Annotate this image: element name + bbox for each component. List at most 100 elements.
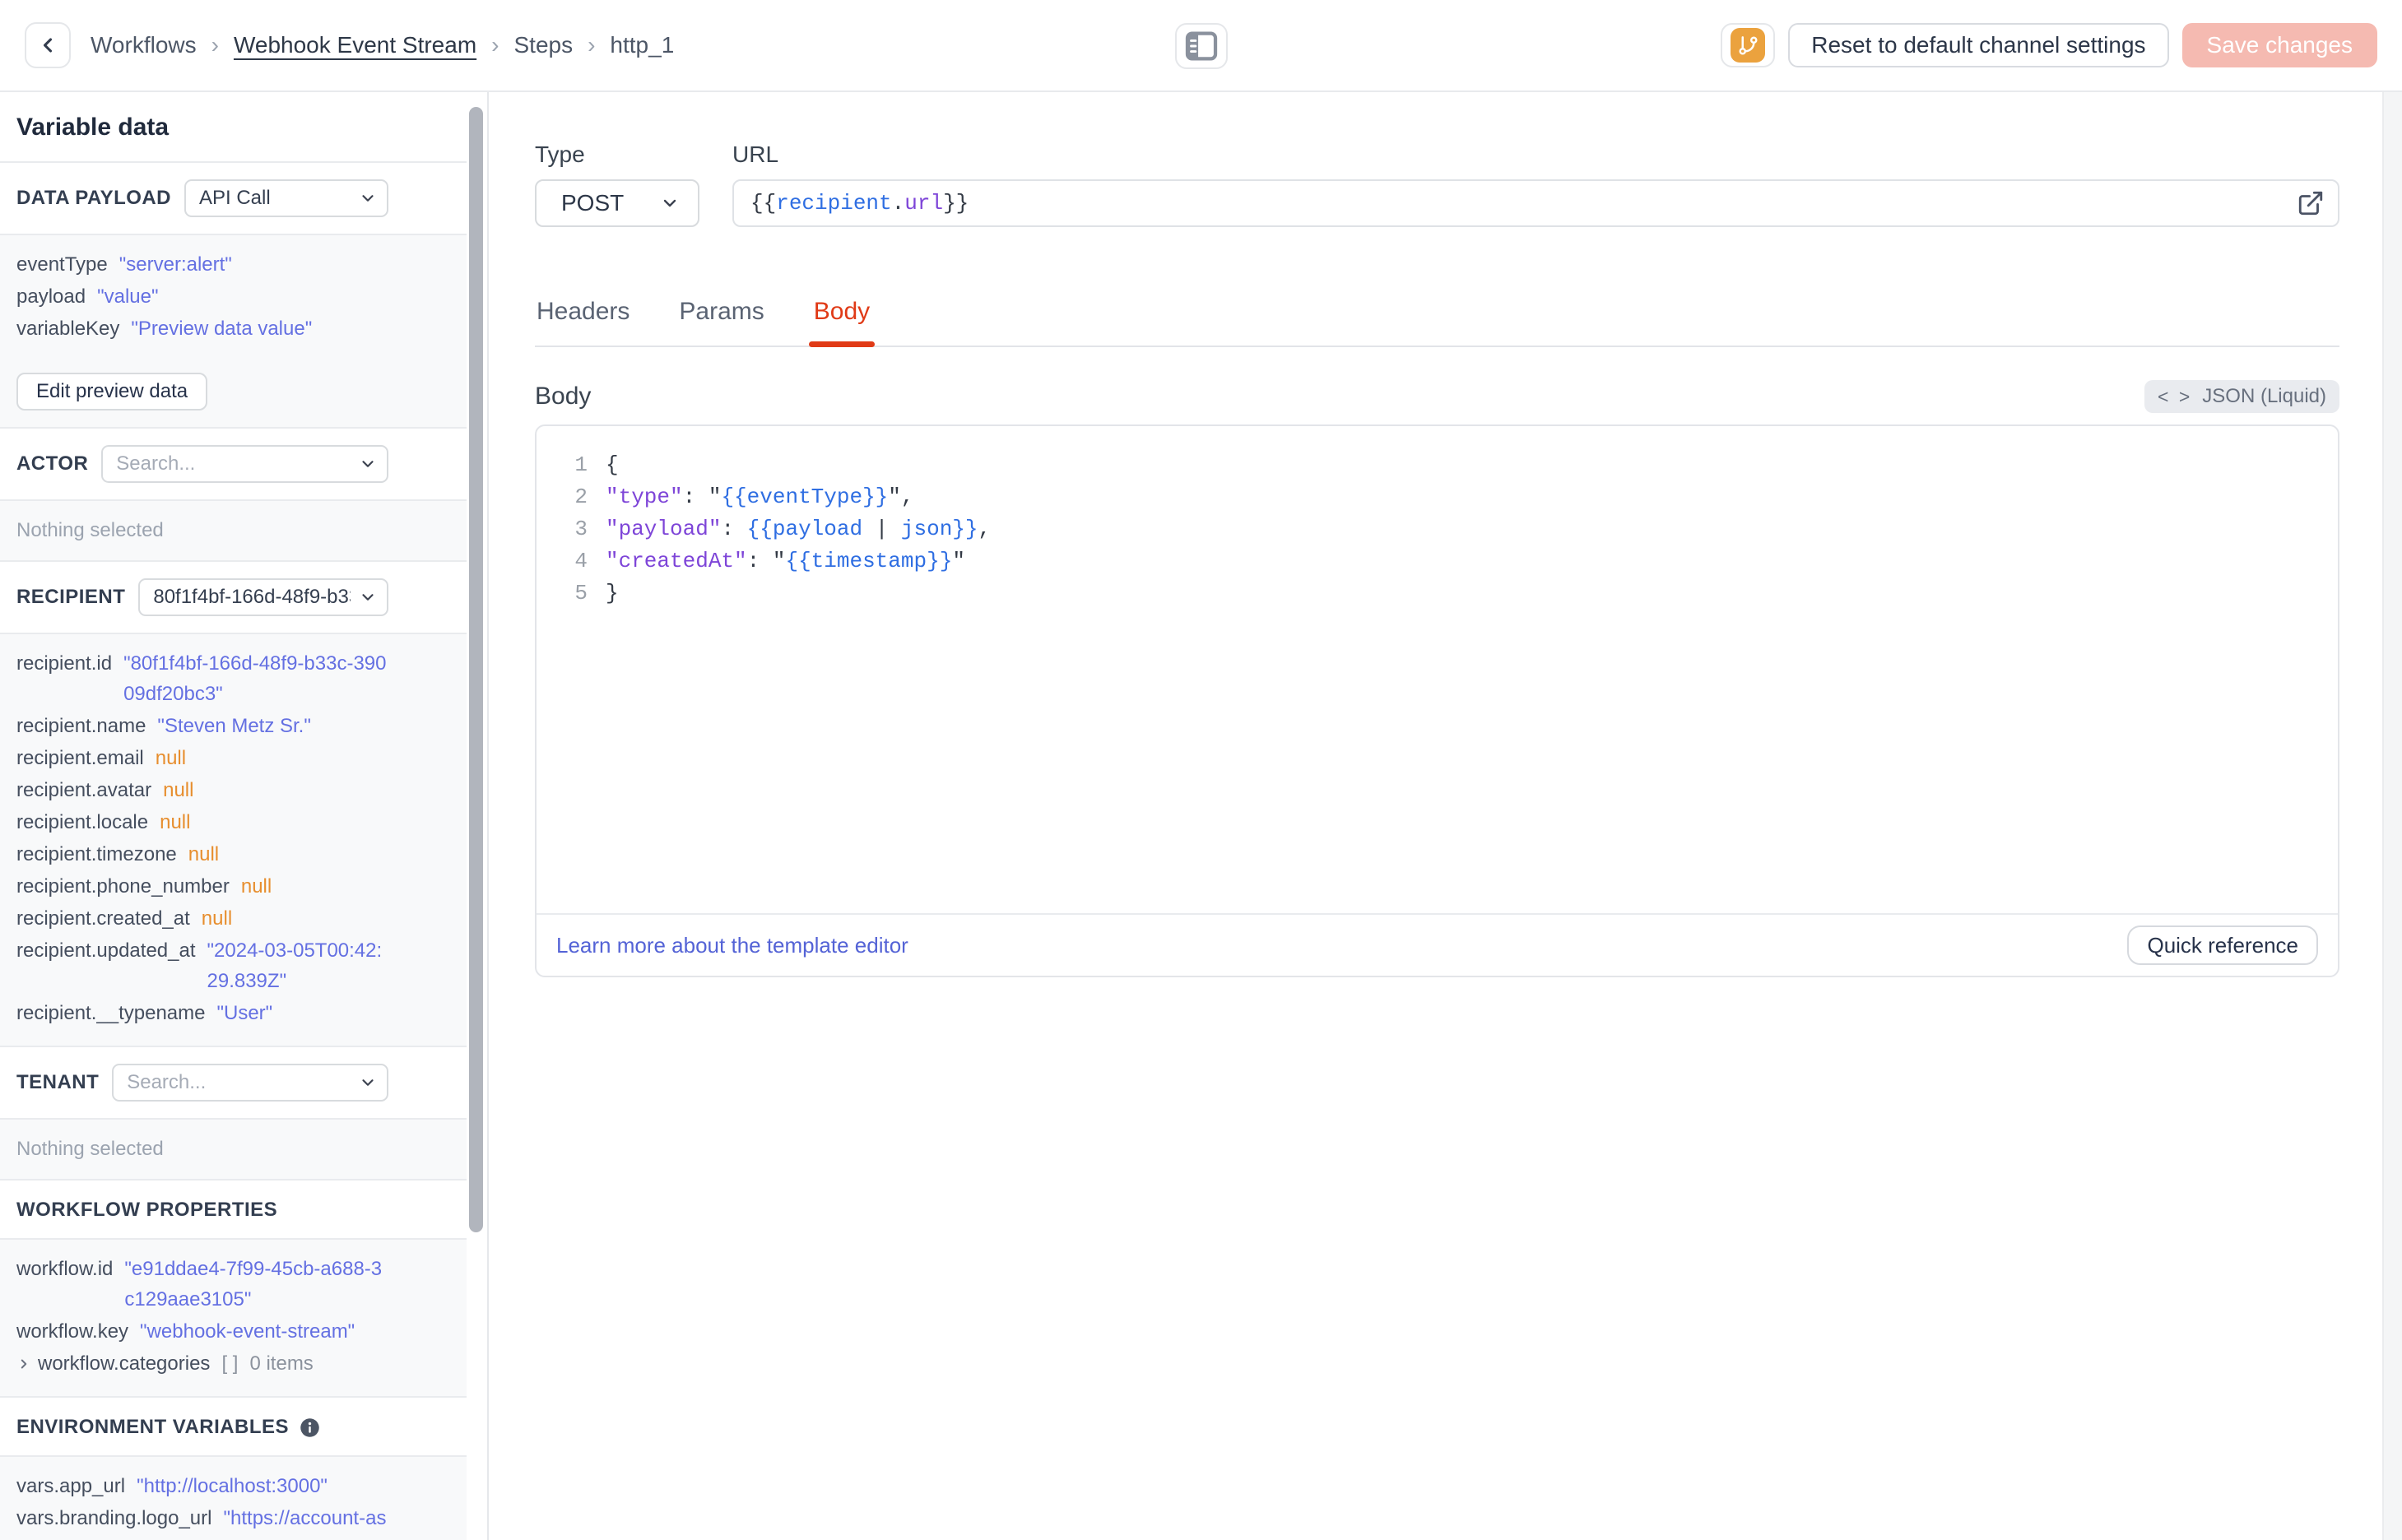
body-section-header: Body < > JSON (Liquid) <box>535 380 2339 413</box>
variable-key: vars.app_url <box>16 1475 126 1497</box>
commit-changes-badge <box>1731 28 1766 63</box>
code-line: 3 "payload": {{payload | json}}, <box>537 513 2338 545</box>
recipient-select[interactable]: 80f1f4bf-166d-48f9-b33c <box>138 578 388 616</box>
breadcrumb-separator: › <box>211 32 219 58</box>
language-badge: < > JSON (Liquid) <box>2144 380 2339 413</box>
chevron-down-icon <box>660 193 680 213</box>
code-brackets-icon: < > <box>2158 385 2193 407</box>
environment-variables-header: ENVIRONMENT VARIABLES <box>0 1398 467 1457</box>
chevron-down-icon <box>359 1074 377 1092</box>
variable-key: recipient.locale <box>16 811 149 833</box>
chevron-down-icon <box>359 189 377 207</box>
workflow-properties-header: WORKFLOW PROPERTIES <box>0 1181 467 1240</box>
tenant-section: TENANT Search... <box>0 1047 467 1120</box>
editor-footer: Learn more about the template editor Qui… <box>537 913 2338 976</box>
external-link-icon[interactable] <box>2297 189 2325 217</box>
breadcrumb-workflows[interactable]: Workflows <box>91 32 197 58</box>
data-payload-select[interactable]: API Call <box>184 179 388 217</box>
workflow-categories-row[interactable]: workflow.categories [ ] 0 items <box>16 1348 388 1380</box>
url-value: {{recipient.url}} <box>750 191 969 216</box>
version-control-button[interactable] <box>1721 23 1776 67</box>
info-icon[interactable] <box>299 1417 321 1439</box>
variable-value: "User" <box>216 1002 273 1024</box>
variable-value: "80f1f4bf-166d-48f9-b33c-39009df20bc3" <box>123 652 387 705</box>
variable-value: "http://localhost:3000" <box>137 1475 328 1497</box>
tab[interactable]: Body <box>808 298 876 347</box>
data-payload-section: DATA PAYLOAD API Call <box>0 163 467 235</box>
variable-row: recipient.name "Steven Metz Sr." <box>16 710 388 742</box>
variable-key: eventType <box>16 253 108 276</box>
breadcrumb-steps[interactable]: Steps <box>513 32 573 58</box>
categories-brackets: [ ] <box>221 1352 239 1375</box>
tenant-empty-section: Nothing selected <box>0 1120 467 1181</box>
variable-row: recipient.timezone null <box>16 838 388 870</box>
workflow-fields-section: workflow.id "e91ddae4-7f99-45cb-a688-3c1… <box>0 1240 467 1398</box>
variable-key: recipient.email <box>16 747 144 769</box>
breadcrumb-workflow-name[interactable]: Webhook Event Stream <box>234 32 476 58</box>
chevron-right-icon <box>16 1357 31 1371</box>
main-scrollbar-track[interactable] <box>2382 92 2402 1540</box>
http-method-select[interactable]: POST <box>535 179 699 227</box>
back-button[interactable] <box>25 22 71 68</box>
quick-reference-button[interactable]: Quick reference <box>2127 925 2318 965</box>
variable-value: "server:alert" <box>118 253 232 276</box>
chevron-down-icon <box>359 588 377 606</box>
edit-preview-data-button[interactable]: Edit preview data <box>16 373 208 411</box>
payload-preview-section: eventType "server:alert" payload "value"… <box>0 235 467 363</box>
code-text: { <box>606 452 619 477</box>
variable-value: null <box>240 875 272 898</box>
tab[interactable]: Params <box>677 298 765 346</box>
reset-default-settings-button[interactable]: Reset to default channel settings <box>1788 23 2169 67</box>
tenant-label: TENANT <box>16 1071 100 1093</box>
code-line: 4 "createdAt": "{{timestamp}}" <box>537 545 2338 578</box>
variable-row: variableKey "Preview data value" <box>16 313 388 345</box>
recipient-label: RECIPIENT <box>16 586 126 608</box>
variable-key: recipient.name <box>16 715 146 737</box>
git-branch-icon <box>1739 35 1758 55</box>
variable-key: workflow.id <box>16 1258 114 1280</box>
sidebar-scrollbar-thumb[interactable] <box>469 107 483 1232</box>
template-editor-docs-link[interactable]: Learn more about the template editor <box>556 933 908 958</box>
variable-data-sidebar: Variable data DATA PAYLOAD API Call even… <box>0 92 489 1540</box>
variable-row: recipient.phone_number null <box>16 870 388 902</box>
variable-row: recipient.__typename "User" <box>16 997 388 1029</box>
variable-value: "2024-03-05T00:42:29.839Z" <box>207 939 383 992</box>
request-tabs: Headers Params Body <box>535 298 2339 347</box>
chevron-left-icon <box>43 38 53 53</box>
url-label: URL <box>732 141 779 167</box>
actor-search-select[interactable]: Search... <box>101 445 388 483</box>
payload-preview-actions: Edit preview data <box>0 361 467 429</box>
variable-value: "Steven Metz Sr." <box>157 715 311 737</box>
recipient-section: RECIPIENT 80f1f4bf-166d-48f9-b33c <box>0 562 467 634</box>
sidebar-toggle-button[interactable] <box>1175 23 1228 69</box>
variable-key: workflow.key <box>16 1320 129 1343</box>
variable-row: workflow.key "webhook-event-stream" <box>16 1315 388 1348</box>
variable-row: recipient.id "80f1f4bf-166d-48f9-b33c-39… <box>16 647 388 710</box>
tab[interactable]: Headers <box>535 298 631 346</box>
variable-value: "value" <box>97 285 159 308</box>
variable-value: null <box>201 907 233 930</box>
save-changes-button[interactable]: Save changes <box>2181 23 2377 67</box>
sidebar-title-section: Variable data <box>0 92 467 163</box>
variable-row: workflow.id "e91ddae4-7f99-45cb-a688-3c1… <box>16 1253 388 1315</box>
variable-value: "https://account-assets.knock.app/42d161… <box>223 1507 387 1540</box>
request-editor-panel: Type POST URL {{recipient.url}} Headers … <box>489 92 2402 1540</box>
url-input[interactable]: {{recipient.url}} <box>732 179 2339 227</box>
variable-key: recipient.updated_at <box>16 939 196 962</box>
variable-value: null <box>163 779 194 801</box>
line-number: 4 <box>574 549 588 573</box>
categories-count: 0 items <box>249 1352 314 1375</box>
variable-value: "webhook-event-stream" <box>140 1320 355 1343</box>
breadcrumb: Workflows › Webhook Event Stream › Steps… <box>91 32 674 58</box>
variable-key: recipient.id <box>16 652 113 675</box>
variable-row: vars.app_url "http://localhost:3000" <box>16 1470 388 1502</box>
recipient-fields-section: recipient.id "80f1f4bf-166d-48f9-b33c-39… <box>0 634 467 1047</box>
tenant-search-select[interactable]: Search... <box>112 1064 388 1102</box>
code-editor[interactable]: 1 { 2 "type": "{{eventType}}", 3 "payloa… <box>537 426 2338 913</box>
variable-row: recipient.avatar null <box>16 774 388 806</box>
variable-value: null <box>155 747 187 769</box>
data-payload-label: DATA PAYLOAD <box>16 187 171 209</box>
breadcrumb-step-name: http_1 <box>610 32 675 58</box>
variable-key: recipient.avatar <box>16 779 152 801</box>
variable-row: recipient.created_at null <box>16 902 388 935</box>
